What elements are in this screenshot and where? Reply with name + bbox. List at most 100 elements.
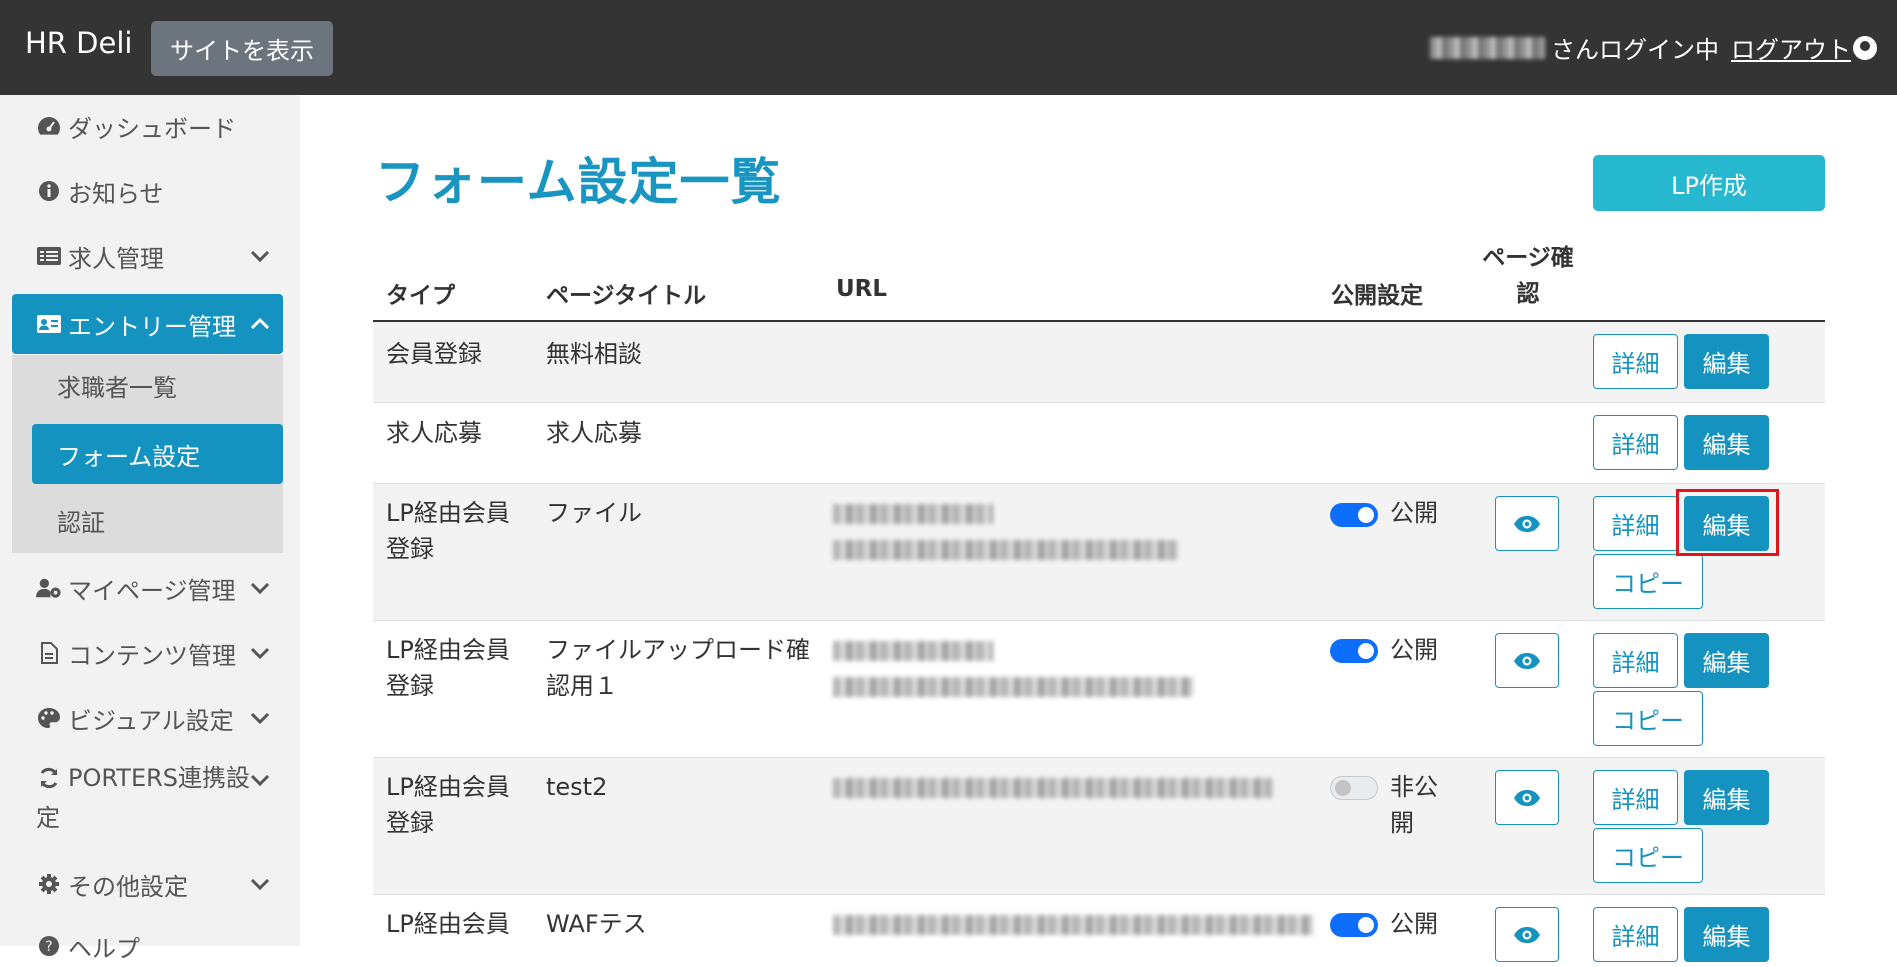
cell-type-line1: LP経由会員 [386,773,510,801]
user-gear-icon [36,576,62,600]
publish-status: 公開 [1390,499,1438,527]
user-circle-icon[interactable] [1853,35,1877,60]
cell-page-title: ファイルアップロード確 認用１ [546,632,810,704]
cell-page-title-line1: ファイルアップロード確 [546,636,810,664]
detail-button[interactable]: 詳細 [1593,633,1678,688]
chevron-down-icon [247,578,273,598]
detail-button[interactable]: 詳細 [1593,496,1678,551]
detail-button[interactable]: 詳細 [1593,415,1678,470]
publish-status: 公開 [1390,636,1438,664]
table-row: LP経由会員 登録 test2 非公 開 詳細 編集 コピー [373,758,1825,895]
create-lp-button[interactable]: LP作成 [1593,155,1825,211]
chevron-up-icon [247,314,273,334]
chevron-down-icon [247,708,273,728]
palette-icon [36,706,62,730]
entries-submenu: 求職者一覧 フォーム設定 認証 [12,355,283,553]
cell-page-title: WAFテス [546,910,647,938]
publish-toggle[interactable] [1330,913,1378,937]
sidebar-item-label: マイページ管理 [68,576,236,605]
cell-type: LP経由会員 登録 [386,495,510,567]
sidebar-item-mypage[interactable]: マイページ管理 [12,567,283,609]
sidebar-item-jobs[interactable]: 求人管理 [12,235,283,277]
submenu-item-auth[interactable]: 認証 [32,490,283,550]
detail-button[interactable]: 詳細 [1593,907,1678,962]
publish-toggle[interactable] [1330,503,1378,527]
cell-type: LP経由会員 [386,910,510,938]
table-row: 会員登録 無料相談 詳細 編集 [373,322,1825,403]
copy-button[interactable]: コピー [1593,554,1703,609]
edit-button[interactable]: 編集 [1684,907,1769,962]
preview-button[interactable] [1495,907,1559,962]
eye-icon [1514,515,1540,532]
sidebar-item-label: ヘルプ [68,934,140,963]
cell-page-title: 求人応募 [546,419,642,447]
sidebar-item-label: お知らせ [68,179,164,208]
list-icon [36,244,62,268]
info-icon [36,179,62,203]
url-redacted [833,915,1313,935]
edit-button[interactable]: 編集 [1684,334,1769,389]
top-navbar: HR Deli サイトを表示 さんログイン中 ログアウト [0,0,1897,95]
brand-logo[interactable]: HR Deli [25,26,132,60]
cell-type: 求人応募 [386,419,482,447]
edit-button[interactable]: 編集 [1684,415,1769,470]
table-row: LP経由会員 WAFテス 公開 詳細 編集 [373,895,1825,962]
column-header-page-check: ページ確 認 [1478,240,1578,312]
publish-status-line1: 非公 [1390,773,1438,801]
column-header-publish: 公開設定 [1331,283,1423,309]
edit-button[interactable]: 編集 [1684,633,1769,688]
sidebar-item-help[interactable]: ? ヘルプ [12,925,283,967]
eye-icon [1514,926,1540,943]
eye-icon [1514,789,1540,806]
sidebar-item-label: 求人管理 [68,244,164,273]
publish-toggle[interactable] [1330,639,1378,663]
eye-icon [1514,652,1540,669]
cell-type-line1: LP経由会員 [386,636,510,664]
detail-button[interactable]: 詳細 [1593,770,1678,825]
sidebar-item-entries[interactable]: エントリー管理 [12,294,283,354]
sidebar-item-dashboard[interactable]: ダッシュボード [12,105,283,147]
cell-page-title-line2: 認用１ [546,672,618,700]
publish-toggle[interactable] [1330,776,1378,800]
column-header-page-check-line1: ページ確 [1482,245,1574,271]
user-area: さんログイン中 ログアウト [1430,30,1877,65]
copy-button[interactable]: コピー [1593,691,1703,746]
table-row: 求人応募 求人応募 詳細 編集 [373,403,1825,484]
url-redacted [833,504,993,524]
sidebar-item-visual[interactable]: ビジュアル設定 [12,697,283,739]
sidebar-item-label-wrap: 定 [36,804,60,832]
sidebar-item-contents[interactable]: コンテンツ管理 [12,632,283,674]
cell-page-title: ファイル [546,499,642,527]
chevron-down-icon [247,770,273,790]
preview-button[interactable] [1495,770,1559,825]
column-header-url: URL [836,276,888,302]
sidebar-item-label: コンテンツ管理 [68,641,236,670]
detail-button[interactable]: 詳細 [1593,334,1678,389]
sidebar-item-other[interactable]: その他設定 [12,863,283,905]
sidebar-item-news[interactable]: お知らせ [12,170,283,212]
edit-button[interactable]: 編集 [1684,770,1769,825]
publish-status: 公開 [1390,910,1438,938]
logout-link[interactable]: ログアウト [1731,30,1851,65]
cell-type-line2: 登録 [386,672,434,700]
chevron-down-icon [247,246,273,266]
id-card-icon [36,312,62,336]
submenu-item-form-settings[interactable]: フォーム設定 [32,424,283,484]
cell-type-line1: LP経由会員 [386,499,510,527]
column-header-type: タイプ [386,283,455,309]
cell-type-line2: 登録 [386,809,434,837]
submenu-item-jobseekers[interactable]: 求職者一覧 [32,355,283,415]
view-site-button[interactable]: サイトを表示 [151,21,333,76]
url-redacted [833,677,1193,697]
cell-page-title: test2 [546,773,608,801]
preview-button[interactable] [1495,633,1559,688]
copy-button[interactable]: コピー [1593,828,1703,883]
preview-button[interactable] [1495,496,1559,551]
column-header-page-title: ページタイトル [546,283,707,309]
url-redacted [833,540,1178,560]
sidebar-item-label: その他設定 [68,872,188,901]
sidebar-item-label: エントリー管理 [68,312,236,341]
sidebar-item-label: ダッシュボード [68,114,236,143]
cell-type-line2: 登録 [386,535,434,563]
sidebar-item-label: ビジュアル設定 [68,706,234,735]
